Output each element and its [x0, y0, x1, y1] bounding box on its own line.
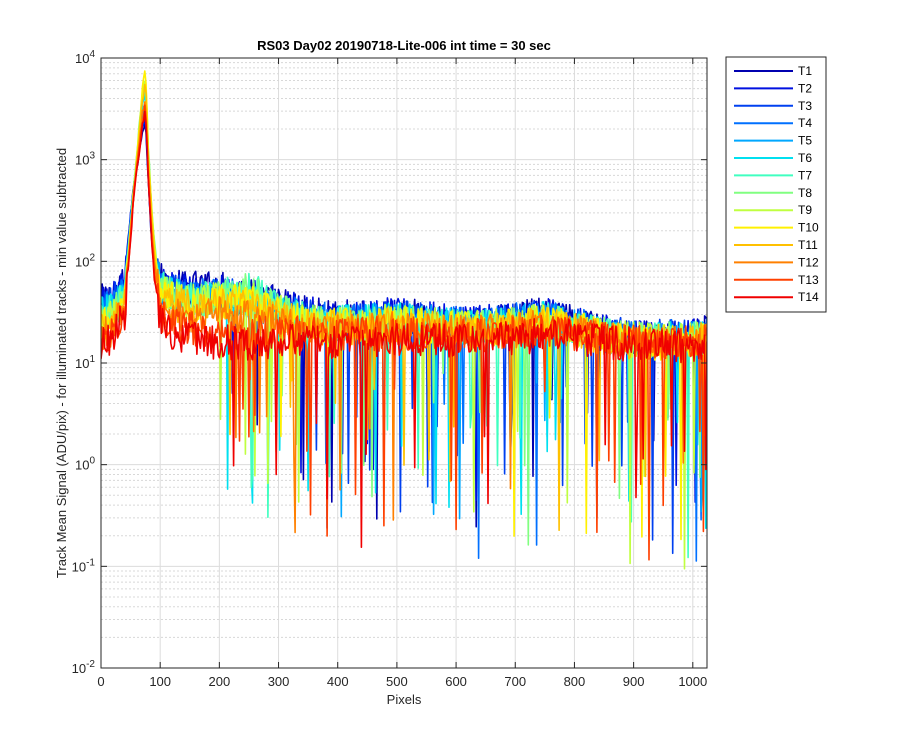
x-tick-label: 800	[564, 674, 586, 689]
x-tick-label: 500	[386, 674, 408, 689]
y-tick-label-base: 10	[75, 51, 89, 66]
y-tick-label-base: 10	[75, 153, 89, 168]
chart-figure: 0 100 200 300 400 500 600 700 800 900 100010-210-1…	[0, 0, 900, 750]
y-tick-label-exponent: -1	[86, 557, 95, 568]
legend-label: T10	[798, 221, 819, 235]
legend-label: T14	[798, 290, 819, 304]
x-tick-label: 200	[209, 674, 231, 689]
y-tick-label-base: 10	[75, 254, 89, 269]
x-tick-label: 600	[445, 674, 467, 689]
y-tick-label-exponent: 3	[89, 151, 95, 162]
x-tick-label: 300	[268, 674, 290, 689]
y-tick-label-base: 10	[72, 559, 86, 574]
legend-label: T13	[798, 273, 819, 287]
x-tick-label: 1000	[678, 674, 707, 689]
y-tick-label-exponent: 0	[89, 456, 95, 467]
y-tick-label-base: 10	[72, 661, 86, 676]
y-tick-label-base: 10	[75, 356, 89, 371]
legend-label: T3	[798, 99, 812, 113]
y-tick-label-exponent: 2	[89, 252, 95, 263]
x-axis-label: Pixels	[387, 692, 422, 707]
legend-label: T1	[798, 64, 812, 78]
legend-label: T8	[798, 186, 812, 200]
legend-label: T11	[798, 238, 818, 252]
legend-label: T2	[798, 81, 812, 95]
y-tick-label-exponent: 1	[89, 354, 95, 365]
x-tick-label: 0	[97, 674, 104, 689]
y-tick-label-base: 10	[75, 458, 89, 473]
x-tick-label: 400	[327, 674, 349, 689]
x-tick-label: 900	[623, 674, 645, 689]
x-tick-label: 100	[149, 674, 171, 689]
y-axis-label: Track Mean Signal (ADU/pix) - for illumi…	[54, 148, 69, 578]
legend-label: T7	[798, 168, 812, 182]
legend-label: T12	[798, 255, 819, 269]
y-tick-label-exponent: 4	[89, 49, 95, 60]
legend: T1 T2 T3 T4 T5 T6 T7 T8 T9 T10 T11 T12 T13 T14	[725, 56, 827, 313]
legend-label: T5	[798, 134, 812, 148]
legend-label: T9	[798, 203, 812, 217]
y-tick-label-exponent: -2	[86, 659, 95, 670]
chart-title: RS03 Day02 20190718-Lite-006 int time = …	[257, 38, 551, 53]
legend-label: T4	[798, 116, 812, 130]
legend-label: T6	[798, 151, 812, 165]
x-tick-label: 700	[504, 674, 526, 689]
